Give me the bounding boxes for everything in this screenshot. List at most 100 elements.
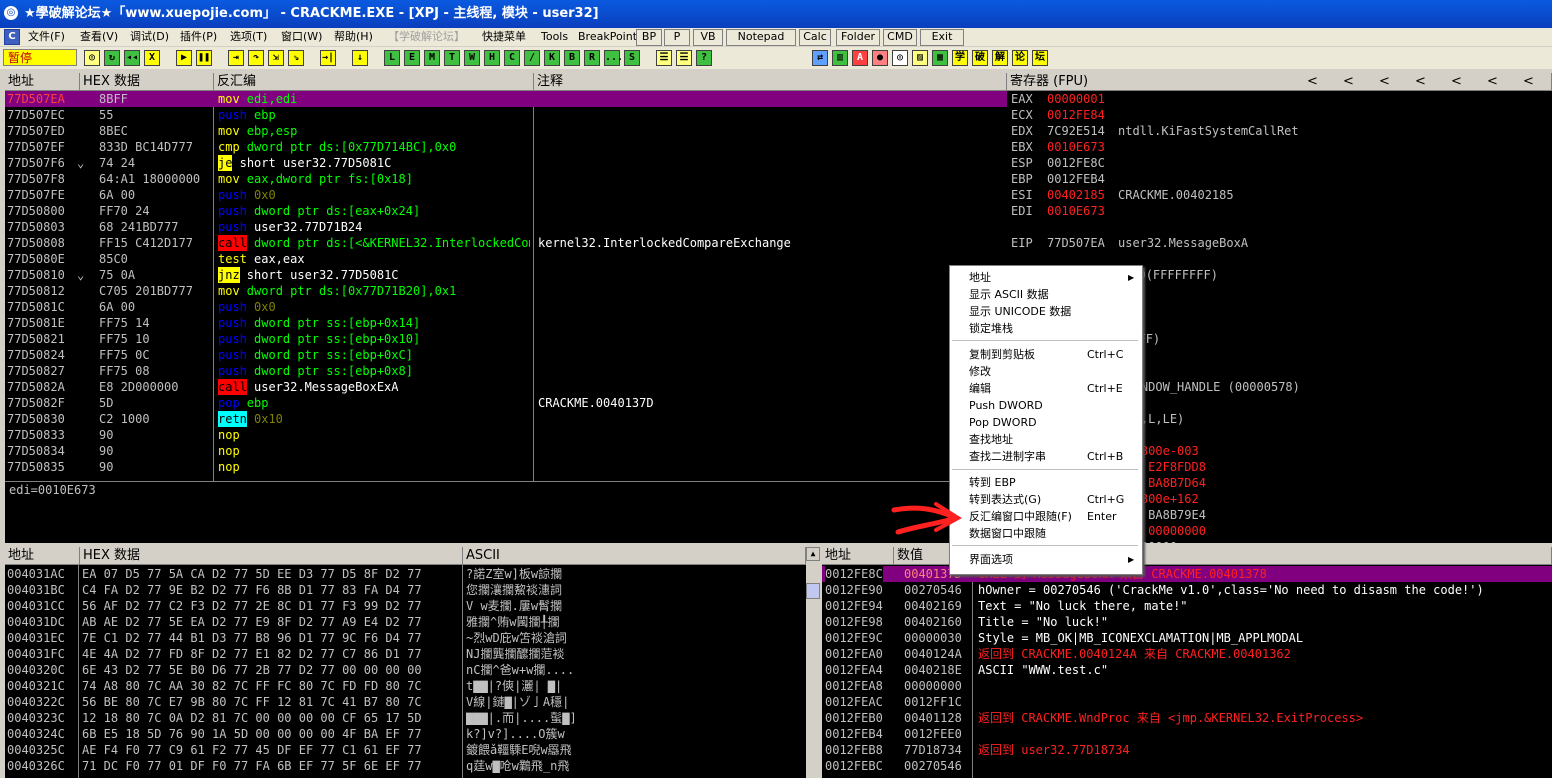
p-button[interactable]: P (664, 29, 690, 46)
calc-button[interactable]: Calc (799, 29, 831, 46)
nav-arrow-icon[interactable]: < (1451, 73, 1462, 90)
dump-row[interactable]: 004031FC 4E 4A D2 77 FD 8F D2 77 E1 82 D2… (5, 646, 806, 662)
code-row[interactable]: 77D50808 FF15 C412D177 call dword ptr ds:[<… (5, 235, 1007, 251)
bp-button[interactable]: BP (636, 29, 662, 46)
nav-arrow-icon[interactable]: < (1487, 73, 1498, 90)
context-menu-item[interactable]: 数据窗口中跟随 (950, 525, 1140, 542)
code-row[interactable]: 77D5081E FF75 14 push dword ptr ss:[ebp+0x1… (5, 315, 1007, 331)
context-menu-item[interactable]: 显示 ASCII 数据 (950, 286, 1140, 303)
dump-row[interactable]: 0040324C 6B E5 18 5D 76 90 1A 5D 00 00 00… (5, 726, 806, 742)
stack-row[interactable]: 0012FEB8 77D18734 返回到 user32.77D18734 (822, 742, 1552, 758)
patches-window-button[interactable]: / (524, 50, 540, 66)
open-icon[interactable]: ◎ (84, 50, 100, 66)
context-menu-item[interactable]: 复制到剪贴板 Ctrl+C (950, 346, 1140, 363)
code-row[interactable]: 77D5082F 5D pop ebp CRACKME.0040137D (5, 395, 1007, 411)
menu-help[interactable]: 帮助(H) (334, 28, 373, 46)
close-icon[interactable]: X (144, 50, 160, 66)
code-row[interactable]: 77D50833 90 nop (5, 427, 1007, 443)
callstack-window-button[interactable]: K (544, 50, 560, 66)
trace-into-icon[interactable]: ⇲ (268, 50, 284, 66)
code-row[interactable]: 77D507ED 8BEC mov ebp,esp (5, 123, 1007, 139)
dump-row[interactable]: 0040326C 71 DC F0 77 01 DF F0 77 FA 6B EF… (5, 758, 806, 774)
menu-window[interactable]: 窗口(W) (281, 28, 322, 46)
step-over-icon[interactable]: ↷ (248, 50, 264, 66)
code-row[interactable]: 77D507FE 6A 00 push 0x0 (5, 187, 1007, 203)
dump-header-ascii[interactable]: ASCII (463, 547, 806, 565)
trace-over-icon[interactable]: ⇘ (288, 50, 304, 66)
menu-tools[interactable]: Tools (541, 28, 568, 46)
register-line[interactable]: EDX 7C92E514 ntdll.KiFastSystemCallRet (1007, 123, 1552, 139)
stack-row[interactable]: 0012FE98 00402160 Title = "No luck!" (822, 614, 1552, 630)
cn-button-5[interactable]: 坛 (1032, 50, 1048, 66)
restart-icon[interactable]: ↻ (104, 50, 120, 66)
code-row[interactable]: 77D507EF 833D BC14D777 cmp dword ptr ds:[0x… (5, 139, 1007, 155)
grid-icon[interactable]: ▦ (932, 50, 948, 66)
stack-row[interactable]: 0012FE9C 00000030 Style = MB_OK|MB_ICONEXC… (822, 630, 1552, 646)
col-header-comment[interactable]: 注释 (534, 73, 1007, 91)
step-into-icon[interactable]: ⇥ (228, 50, 244, 66)
dump-row[interactable]: 004031AC EA 07 D5 77 5A CA D2 77 5D EE D3… (5, 566, 806, 582)
context-menu-item[interactable]: 查找地址 (950, 431, 1140, 448)
stack-row[interactable]: 0012FEAC 0012FF1C (822, 694, 1552, 710)
record-icon[interactable]: ● (872, 50, 888, 66)
stack-row[interactable]: 0012FEBC 00270546 (822, 758, 1552, 774)
stack-row[interactable]: 0012FEA4 0040218E ASCII "WWW.test.c" (822, 662, 1552, 678)
register-line[interactable]: EIP 77D507EA user32.MessageBoxA (1007, 235, 1552, 251)
context-menu-item[interactable]: 编辑 Ctrl+E (950, 380, 1140, 397)
context-menu-item[interactable]: Push DWORD (950, 397, 1140, 414)
code-row[interactable]: 77D50827 FF75 08 push dword ptr ss:[ebp+0x8… (5, 363, 1007, 379)
code-row[interactable]: 77D50800 FF70 24 push dword ptr ds:[eax+0x2… (5, 203, 1007, 219)
image-icon[interactable]: ▨ (912, 50, 928, 66)
dump-header-hex[interactable]: HEX 数据 (80, 547, 463, 565)
code-row[interactable]: 77D50812 C705 201BD777 mov dword ptr ds:[0x… (5, 283, 1007, 299)
references-window-button[interactable]: R (584, 50, 600, 66)
code-row[interactable]: 77D50803 68 241BD777 push user32.77D71B24 (5, 219, 1007, 235)
menu-view[interactable]: 查看(V) (80, 28, 118, 46)
modules-window-button[interactable]: E (404, 50, 420, 66)
col-header-disasm[interactable]: 反汇编 (214, 73, 534, 91)
code-row[interactable]: 77D50830 C2 1000 retn 0x10 (5, 411, 1007, 427)
cn-button-4[interactable]: 论 (1012, 50, 1028, 66)
menu-options[interactable]: 选项(T) (230, 28, 267, 46)
options-icon[interactable]: ☰ (676, 50, 692, 66)
log-window-button[interactable]: L (384, 50, 400, 66)
register-line[interactable]: EDI 0010E673 (1007, 203, 1552, 219)
code-row[interactable]: 77D507F6 ⌄ 74 24 je short user32.77D5081C (5, 155, 1007, 171)
code-row[interactable]: 77D50835 90 nop (5, 459, 1007, 475)
dump-row[interactable]: 0040320C 6E 43 D2 77 5E B0 D6 77 2B 77 D2… (5, 662, 806, 678)
code-row[interactable]: 77D50834 90 nop (5, 443, 1007, 459)
code-row[interactable]: 77D50824 FF75 0C push dword ptr ss:[ebp+0xC… (5, 347, 1007, 363)
app-menu-icon[interactable]: C (4, 29, 20, 45)
dump-row[interactable]: 004031EC 7E C1 D2 77 44 B1 D3 77 B8 96 D1… (5, 630, 806, 646)
menu-debug[interactable]: 调试(D) (130, 28, 169, 46)
code-row[interactable]: 77D5081C 6A 00 push 0x0 (5, 299, 1007, 315)
context-menu-item[interactable]: 反汇编窗口中跟随(F) Enter (950, 508, 1140, 525)
scroll-thumb[interactable] (806, 583, 820, 599)
breakpoints-window-button[interactable]: B (564, 50, 580, 66)
context-menu-item[interactable]: 锁定堆栈 (950, 320, 1140, 337)
execute-till-return-icon[interactable]: →| (320, 50, 336, 66)
menu-plugins[interactable]: 插件(P) (180, 28, 217, 46)
threads-window-button[interactable]: T (444, 50, 460, 66)
cn-button-1[interactable]: 学 (952, 50, 968, 66)
code-row[interactable]: 77D50810 ⌄ 75 0A jnz short user32.77D5081C (5, 267, 1007, 283)
windows-window-button[interactable]: W (464, 50, 480, 66)
code-row[interactable]: 77D50821 FF75 10 push dword ptr ss:[ebp+0x1… (5, 331, 1007, 347)
code-row[interactable]: 77D507EA 8BFF mov edi,edi (5, 91, 1007, 107)
dump-row[interactable]: 004031BC C4 FA D2 77 9E B2 D2 77 F6 8B D1… (5, 582, 806, 598)
register-line[interactable]: ECX 0012FE84 (1007, 107, 1552, 123)
rewind-icon[interactable]: ◂◂ (124, 50, 140, 66)
stack-row[interactable]: 0012FE8C0040137DCALL 到 MessageBoxA 来自 CR… (822, 566, 1552, 582)
refresh-icon[interactable]: ⇄ (812, 50, 828, 66)
nav-arrow-icon[interactable]: < (1379, 73, 1390, 90)
a-icon[interactable]: A (852, 50, 868, 66)
register-line[interactable]: ESP 0012FE8C (1007, 155, 1552, 171)
register-line[interactable]: EAX 00000001 (1007, 91, 1552, 107)
cn-button-2[interactable]: 破 (972, 50, 988, 66)
scroll-up-icon[interactable]: ▲ (806, 547, 820, 561)
code-row[interactable]: 77D5080E 85C0 test eax,eax (5, 251, 1007, 267)
code-row[interactable]: 77D507F8 64:A1 18000000 mov eax,dword ptr f… (5, 171, 1007, 187)
stack-row[interactable]: 0012FEB0 00401128 返回到 CRACKME.WndProc 来自 <… (822, 710, 1552, 726)
handles-window-button[interactable]: H (484, 50, 500, 66)
context-menu-item[interactable]: 查找二进制字串 Ctrl+B (950, 448, 1140, 465)
